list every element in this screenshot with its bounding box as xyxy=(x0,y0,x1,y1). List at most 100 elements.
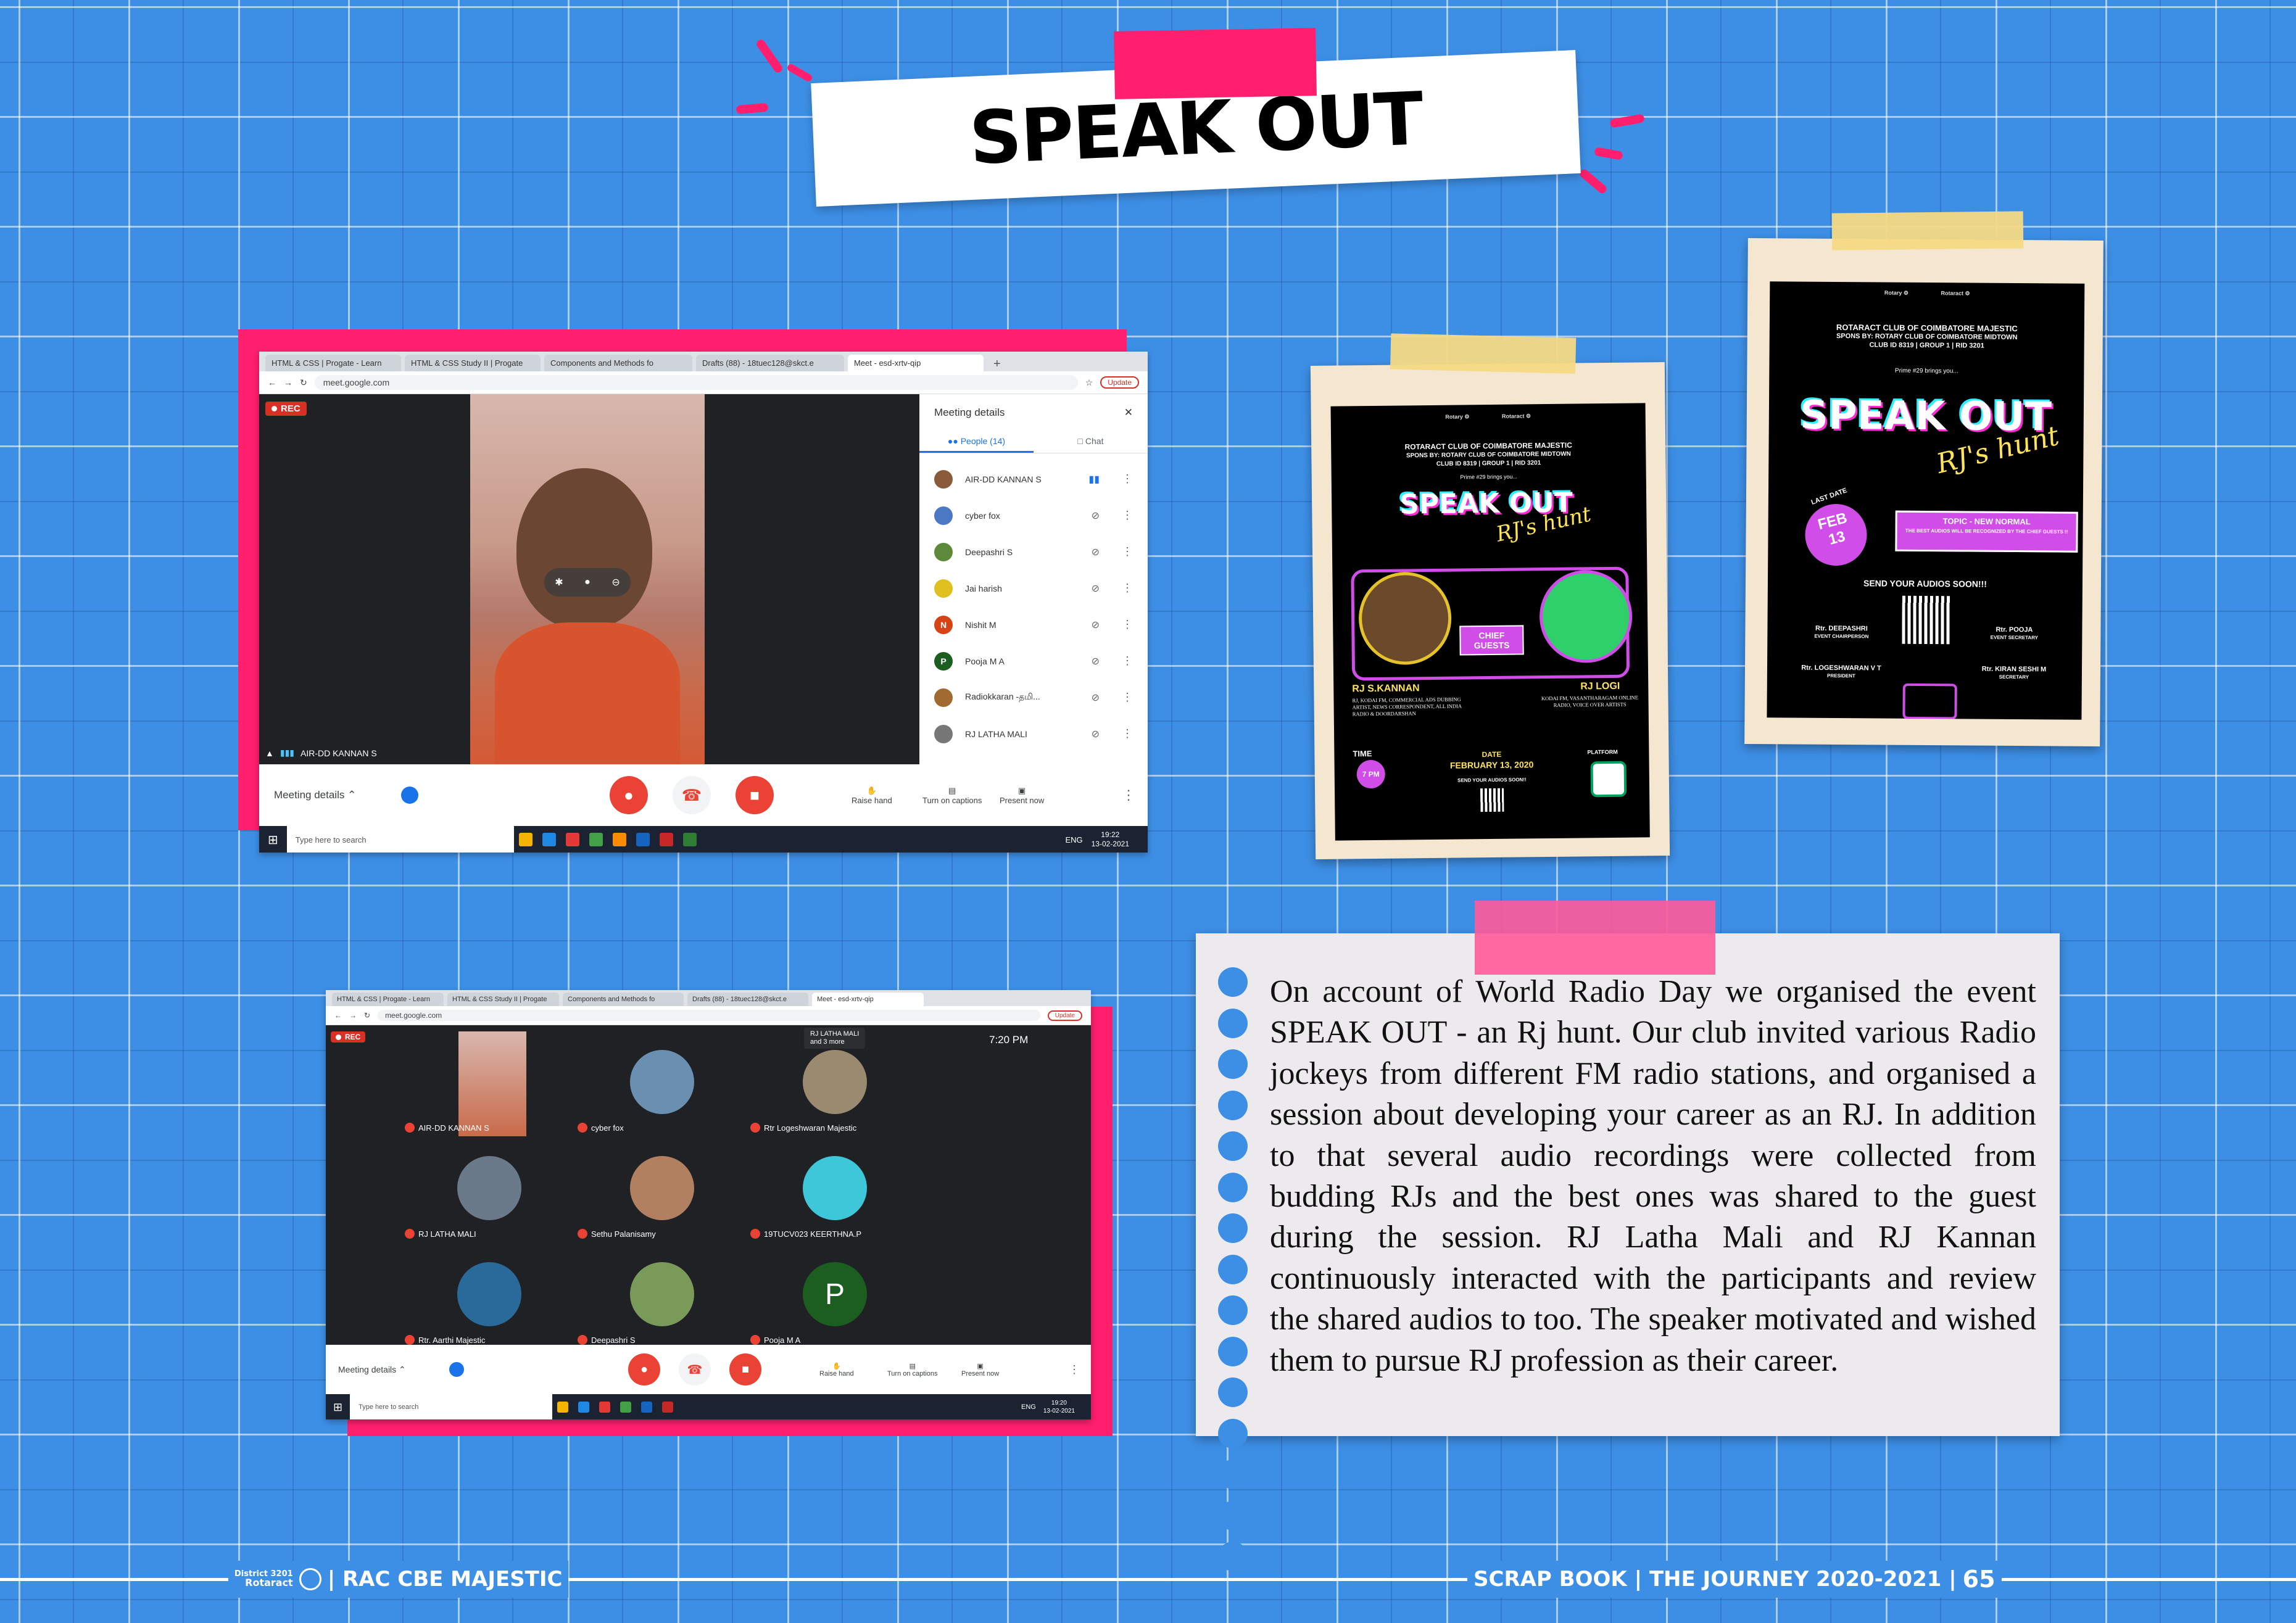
tray-lang[interactable]: ENG xyxy=(1065,835,1082,845)
raise-hand-button[interactable]: ✋ Raise hand xyxy=(852,786,892,805)
forward-icon[interactable]: → xyxy=(349,1011,357,1020)
raise-hand-button[interactable]: ✋ Raise hand xyxy=(819,1362,854,1377)
more-options-icon[interactable]: ⋮ xyxy=(1122,545,1133,558)
present-button[interactable]: ▣ Present now xyxy=(961,1362,999,1377)
captions-button[interactable]: ▤ Turn on captions xyxy=(922,786,982,805)
participant-row[interactable]: AIR-DD KANNAN S ▮▮ ⋮ xyxy=(919,461,1148,497)
browser-tab[interactable]: HTML & CSS | Progate - Learn xyxy=(332,993,444,1006)
participant-tile[interactable]: P Pooja M A xyxy=(745,1244,924,1348)
meeting-details-button[interactable]: Meeting details ⌃ xyxy=(338,1365,406,1375)
word-icon[interactable] xyxy=(641,1402,653,1413)
poster2: Rotary ⚙ Rotaract ⚙ ROTARACT CLUB OF COI… xyxy=(1767,281,2085,720)
edge-icon[interactable] xyxy=(542,833,556,846)
participant-row[interactable]: P Pooja M A ⊘ ⋮ xyxy=(919,643,1148,679)
back-icon[interactable]: ← xyxy=(334,1011,342,1020)
update-button[interactable]: Update xyxy=(1100,376,1139,389)
mic-off-button[interactable]: ● xyxy=(610,776,648,814)
back-icon[interactable]: ← xyxy=(268,378,276,387)
participant-tile[interactable]: 19TUCV023 KEERTHNA.P xyxy=(745,1138,924,1242)
participant-row[interactable]: cyber fox ⊘ ⋮ xyxy=(919,497,1148,534)
file-explorer-icon[interactable] xyxy=(557,1402,569,1413)
participant-tile[interactable]: RJ LATHA MALI xyxy=(400,1138,579,1242)
participant-tile[interactable]: Deepashri S xyxy=(573,1244,752,1348)
office-icon[interactable] xyxy=(599,1402,611,1413)
shield-icon xyxy=(401,787,418,804)
participant-tile[interactable]: Rtr Logeshwaran Majestic xyxy=(745,1031,924,1136)
star-icon[interactable]: ☆ xyxy=(1085,378,1093,388)
new-tab-icon[interactable]: + xyxy=(993,357,1001,371)
browser-tab[interactable]: HTML & CSS Study II | Progate xyxy=(447,993,559,1006)
hover-controls[interactable]: ✱ ● ⊖ xyxy=(544,568,631,597)
browser-tab[interactable]: Components and Methods fo xyxy=(563,993,684,1006)
tab-people[interactable]: ●● People (14) xyxy=(919,431,1034,453)
camera-off-button[interactable]: ■ xyxy=(736,776,774,814)
poster1-tape xyxy=(1390,333,1577,374)
browser-tab-active[interactable]: Meet - esd-xrtv-qip xyxy=(812,993,924,1006)
word-icon[interactable] xyxy=(636,833,650,846)
participant-row[interactable]: Deepashri S ⊘ ⋮ xyxy=(919,534,1148,570)
pin-icon[interactable]: ✱ xyxy=(555,576,563,588)
participant-tile[interactable]: AIR-DD KANNAN S xyxy=(400,1031,579,1136)
browser-tab[interactable]: Drafts (88) - 18tuec128@skct.e xyxy=(687,993,808,1006)
windows-start-icon[interactable]: ⊞ xyxy=(259,832,287,848)
tray-lang[interactable]: ENG xyxy=(1021,1403,1036,1411)
powerpoint-icon[interactable] xyxy=(662,1402,674,1413)
reload-icon[interactable]: ↻ xyxy=(300,378,307,388)
tray-clock[interactable]: 19:22 13-02-2021 xyxy=(1092,830,1129,849)
guest2-desc: KODAI FM, VASANTHARAGAM ONLINE RADIO, VO… xyxy=(1541,694,1639,708)
browser-tab[interactable]: HTML & CSS Study II | Progate xyxy=(405,355,541,371)
forward-icon[interactable]: → xyxy=(284,378,292,387)
url-input[interactable]: meet.google.com xyxy=(378,1010,1040,1021)
more-options-icon[interactable]: ⋮ xyxy=(1122,691,1133,704)
mic-muted-icon: ⊘ xyxy=(1091,619,1100,630)
taskbar-search[interactable]: Type here to search xyxy=(350,1394,553,1419)
more-options-icon[interactable]: ⋮ xyxy=(1122,727,1133,740)
more-options-icon[interactable]: ⋮ xyxy=(1122,655,1133,667)
browser-tab[interactable]: Drafts (88) - 18tuec128@skct.e xyxy=(696,355,844,371)
mic-muted-icon xyxy=(750,1335,760,1345)
participant-row[interactable]: N Nishit M ⊘ ⋮ xyxy=(919,606,1148,643)
more-options-icon[interactable]: ⋮ xyxy=(1122,618,1133,631)
more-options-icon[interactable]: ⋮ xyxy=(1122,787,1135,803)
browser-tab[interactable]: HTML & CSS | Progate - Learn xyxy=(265,355,401,371)
remove-icon[interactable]: ⊖ xyxy=(611,576,620,588)
participant-row[interactable]: Jai harish ⊘ ⋮ xyxy=(919,570,1148,606)
powerpoint-icon[interactable] xyxy=(659,833,673,846)
update-button[interactable]: Update xyxy=(1047,1010,1082,1021)
captions-button[interactable]: ▤ Turn on captions xyxy=(887,1362,938,1377)
taskbar-search[interactable]: Type here to search xyxy=(286,826,514,853)
office-icon[interactable] xyxy=(565,833,579,846)
participant-tile[interactable]: Sethu Palanisamy xyxy=(573,1138,752,1242)
camera-off-button[interactable]: ■ xyxy=(729,1353,761,1386)
participant-tile[interactable]: cyber fox xyxy=(573,1031,752,1136)
more-options-icon[interactable]: ⋮ xyxy=(1069,1363,1080,1376)
app-icon[interactable] xyxy=(612,833,626,846)
windows-start-icon[interactable]: ⊞ xyxy=(326,1401,350,1414)
present-button[interactable]: ▣ Present now xyxy=(1000,786,1044,805)
chrome-icon[interactable] xyxy=(589,833,603,846)
mic-off-button[interactable]: ● xyxy=(628,1353,660,1386)
hangup-button[interactable]: ☎ xyxy=(679,1353,711,1386)
panel-tabs: ●● People (14) □ Chat xyxy=(919,431,1148,453)
mic-icon[interactable]: ● xyxy=(584,577,591,588)
more-options-icon[interactable]: ⋮ xyxy=(1122,473,1133,485)
chrome-icon[interactable] xyxy=(620,1402,632,1413)
hangup-button[interactable]: ☎ xyxy=(673,776,711,814)
url-input[interactable]: meet.google.com xyxy=(314,375,1078,390)
participant-row[interactable]: RJ LATHA MALI ⊘ ⋮ xyxy=(919,716,1148,752)
more-options-icon[interactable]: ⋮ xyxy=(1122,582,1133,595)
reload-icon[interactable]: ↻ xyxy=(364,1011,370,1020)
excel-icon[interactable] xyxy=(682,833,697,846)
participant-row[interactable]: Radiokkaran -தமி... ⊘ ⋮ xyxy=(919,679,1148,716)
tab-chat[interactable]: □ Chat xyxy=(1034,431,1148,453)
close-icon[interactable]: ✕ xyxy=(1124,407,1133,419)
participant-tile[interactable]: Rtr. Aarthi Majestic xyxy=(400,1244,579,1348)
meet-controlbar: Meeting details ⌃ ● ☎ ■ ✋ Raise hand ▤ Tur… xyxy=(326,1345,1091,1394)
browser-tab-active[interactable]: Meet - esd-xrtv-qip xyxy=(848,355,984,371)
edge-icon[interactable] xyxy=(578,1402,590,1413)
file-explorer-icon[interactable] xyxy=(518,833,533,846)
browser-tab[interactable]: Components and Methods fo xyxy=(544,355,692,371)
more-options-icon[interactable]: ⋮ xyxy=(1122,509,1133,522)
tray-clock[interactable]: 19:20 13-02-2021 xyxy=(1043,1399,1075,1415)
meeting-details-button[interactable]: Meeting details ⌃ xyxy=(274,789,356,801)
